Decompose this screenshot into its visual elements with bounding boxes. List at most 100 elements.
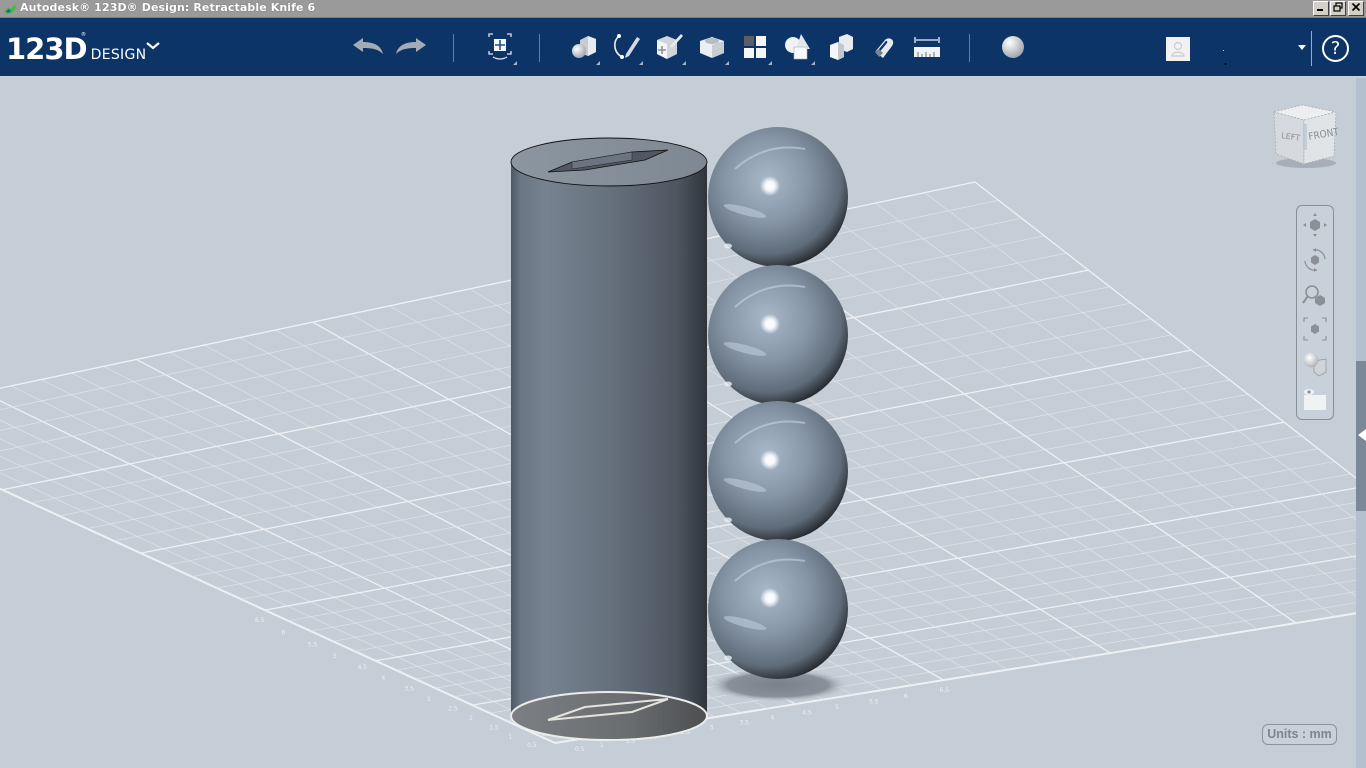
close-button[interactable]	[1348, 1, 1364, 16]
left-axis-tick-label: 3.5	[404, 686, 414, 693]
grid-line	[874, 202, 1356, 560]
redo-button[interactable]	[393, 28, 429, 66]
primitives-button[interactable]	[565, 28, 601, 66]
restore-button[interactable]	[1330, 1, 1346, 16]
sketch-button[interactable]	[608, 28, 644, 66]
viewcube[interactable]: LEFT FRONT	[1268, 100, 1340, 172]
sphere-stack	[708, 127, 848, 679]
visibility-icon	[1304, 389, 1326, 410]
sphere-highlight	[760, 588, 780, 608]
combine-button[interactable]	[823, 28, 859, 66]
combine-icon	[830, 34, 853, 60]
navigation-bar	[1296, 205, 1334, 420]
nav-fit-button[interactable]	[1300, 314, 1330, 344]
modify-icon	[700, 37, 724, 58]
toolbar-separator	[1311, 31, 1312, 66]
snap-button[interactable]	[866, 28, 902, 66]
account-dropdown-icon[interactable]	[1298, 45, 1306, 50]
nav-zoom-button[interactable]	[1300, 280, 1330, 310]
account-name[interactable]: .	[1223, 50, 1228, 69]
modify-button[interactable]	[694, 28, 730, 66]
right-axis-tick-label: 0.5	[575, 746, 585, 753]
sphere-2[interactable]	[708, 265, 848, 405]
app-menu-chevron-icon[interactable]	[145, 40, 161, 52]
right-axis-tick-label: 6	[904, 693, 908, 700]
right-axis-tick-label: 4.5	[802, 709, 812, 716]
left-axis-tick-label: 1	[509, 733, 513, 740]
left-axis-tick-label: 0.5	[527, 742, 537, 749]
units-indicator[interactable]: Units : mm	[1262, 724, 1337, 745]
restore-icon	[1333, 2, 1343, 12]
right-axis-tick-label: 3.5	[739, 719, 749, 726]
pattern-icon	[744, 36, 766, 58]
grouping-icon	[785, 34, 810, 60]
sphere-highlight	[760, 176, 780, 196]
grid-line	[0, 487, 556, 744]
window-title: Autodesk® 123D® Design: Retractable Knif…	[20, 1, 316, 14]
submenu-indicator	[513, 61, 517, 65]
right-axis-tick-label: 6.5	[940, 687, 950, 694]
main-toolbar: 123D DESIGN ® . ?	[0, 18, 1366, 77]
app-logo[interactable]: 123D DESIGN ®	[6, 32, 146, 66]
sphere-highlight	[760, 314, 780, 334]
left-axis-tick-label: 4.5	[358, 664, 368, 671]
logo-reg: ®	[81, 32, 86, 38]
right-axis-tick-label: 5.5	[869, 699, 879, 706]
sketch-icon	[614, 34, 640, 59]
cylinder-body	[511, 165, 707, 740]
minimize-icon	[1317, 9, 1323, 11]
close-icon	[1351, 2, 1361, 12]
submenu-indicator	[596, 61, 600, 65]
sphere-3[interactable]	[708, 401, 848, 541]
transform-icon	[488, 33, 512, 60]
fit-view-icon	[1303, 317, 1327, 341]
sphere-1[interactable]	[708, 127, 848, 267]
nav-visibility-button[interactable]	[1300, 384, 1330, 414]
logo-product: DESIGN	[90, 47, 147, 63]
left-axis-tick-label: 2.5	[448, 706, 458, 713]
material-button[interactable]	[995, 28, 1031, 66]
nav-orbit-button[interactable]	[1300, 245, 1330, 275]
cylinder-bottom-face	[510, 691, 708, 741]
toolbar-separator	[969, 34, 970, 62]
construct-button[interactable]	[651, 28, 687, 66]
visual-style-icon	[1303, 352, 1327, 377]
3d-viewport[interactable]: 0.511.522.533.544.555.566.50.511.522.533…	[0, 78, 1356, 768]
left-axis-tick-label: 5	[333, 653, 337, 660]
material-sphere-icon	[1002, 36, 1024, 58]
zoom-icon	[1302, 285, 1325, 306]
left-axis-tick-label: 5.5	[308, 641, 318, 648]
left-axis-tick-label: 4	[381, 675, 385, 682]
primitives-icon	[572, 36, 596, 58]
logo-brand: 123D	[6, 32, 88, 66]
minimize-button[interactable]	[1313, 1, 1329, 16]
construct-icon	[657, 34, 683, 59]
grid-line	[778, 223, 1336, 617]
measure-button[interactable]	[909, 28, 945, 66]
grouping-button[interactable]	[780, 28, 816, 66]
transform-button[interactable]	[482, 28, 518, 66]
measure-ruler-icon	[914, 37, 940, 57]
left-axis-tick-label: 6	[282, 629, 286, 636]
help-button[interactable]: ?	[1322, 35, 1349, 62]
knife-handle-cylinder[interactable]	[510, 137, 708, 741]
side-panel-toggle[interactable]	[1356, 78, 1366, 768]
left-axis-tick-label: 3	[427, 696, 431, 703]
sphere-highlight	[760, 450, 780, 470]
expand-arrow-icon[interactable]	[1358, 429, 1366, 441]
snap-magnet-icon	[875, 38, 894, 58]
submenu-indicator	[725, 61, 729, 65]
undo-icon	[353, 38, 383, 54]
sphere-4[interactable]	[708, 539, 848, 679]
undo-button[interactable]	[350, 28, 386, 66]
account-avatar[interactable]	[1166, 37, 1190, 61]
nav-visual-style-button[interactable]	[1300, 349, 1330, 379]
scene-canvas[interactable]: 0.511.522.533.544.555.566.50.511.522.533…	[0, 78, 1356, 768]
orbit-icon	[1304, 248, 1326, 272]
pattern-button[interactable]	[737, 28, 773, 66]
nav-pan-button[interactable]	[1300, 210, 1330, 240]
window-titlebar: Autodesk® 123D® Design: Retractable Knif…	[0, 0, 1366, 18]
toolbar-separator	[453, 34, 454, 62]
user-avatar-icon	[1171, 41, 1185, 57]
left-axis-tick-label: 1.5	[489, 724, 499, 731]
